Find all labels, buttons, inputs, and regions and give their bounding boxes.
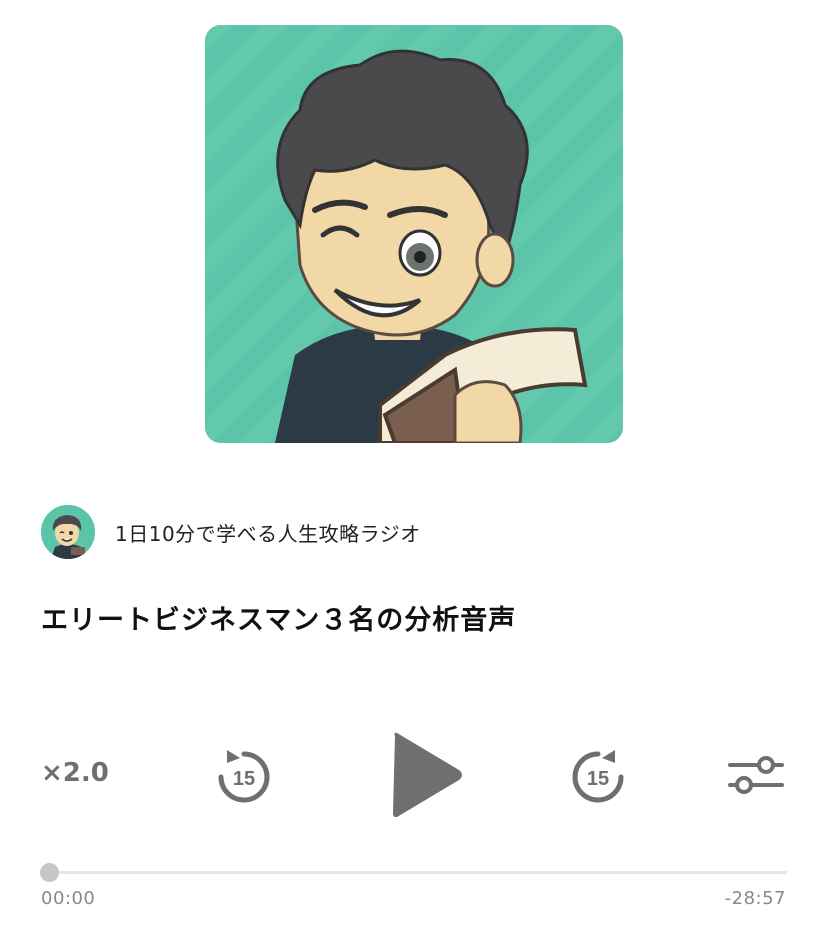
channel-name[interactable]: 1日10分で学べる人生攻略ラジオ xyxy=(115,518,421,547)
player-controls: ×2.0 15 15 xyxy=(0,720,828,830)
elapsed-time: 00:00 xyxy=(41,888,96,909)
play-button[interactable] xyxy=(385,730,465,820)
podcast-artwork xyxy=(205,25,623,443)
podcast-cover-art-icon xyxy=(205,25,623,443)
progress-thumb[interactable] xyxy=(40,863,59,882)
channel-row[interactable]: 1日10分で学べる人生攻略ラジオ xyxy=(41,505,421,559)
channel-avatar-icon[interactable] xyxy=(41,505,95,559)
skip-back-seconds: 15 xyxy=(232,767,256,790)
playback-speed-button[interactable]: ×2.0 xyxy=(41,758,109,788)
audio-settings-button[interactable] xyxy=(726,752,786,798)
progress-slider[interactable] xyxy=(40,862,787,882)
play-icon xyxy=(393,732,462,818)
skip-forward-button[interactable]: 15 xyxy=(567,746,629,808)
remaining-time: -28:57 xyxy=(724,888,786,909)
skip-back-button[interactable]: 15 xyxy=(213,746,275,808)
equalizer-sliders-icon xyxy=(728,756,784,794)
episode-title: エリートビジネスマン３名の分析音声 xyxy=(41,605,517,636)
skip-forward-seconds: 15 xyxy=(586,767,610,790)
progress-track xyxy=(41,871,787,874)
